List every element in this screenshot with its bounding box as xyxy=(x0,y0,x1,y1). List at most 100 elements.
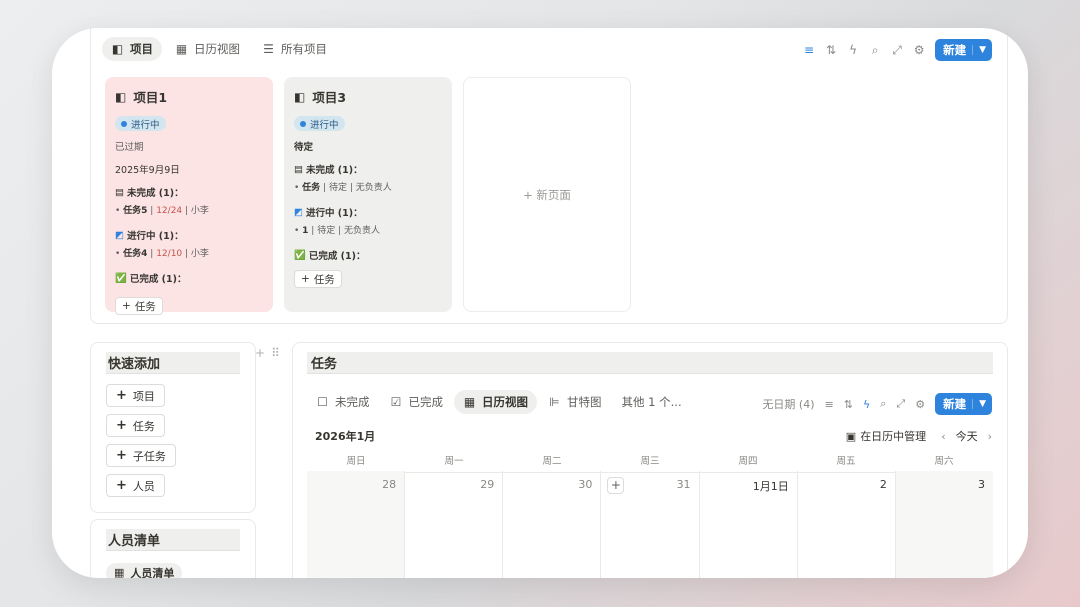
add-task-button[interactable]: + 任务 xyxy=(106,414,165,437)
settings-icon[interactable]: ⚙ xyxy=(913,43,925,57)
checkbox-checked-icon: ☑ xyxy=(390,395,402,409)
sort-icon[interactable]: ⇅ xyxy=(844,398,853,411)
calendar-icon: ▦ xyxy=(463,395,476,409)
list-icon: ☰ xyxy=(263,42,274,56)
filter-icon[interactable]: ≡ xyxy=(803,43,815,57)
undated-count[interactable]: 无日期 (4) xyxy=(762,396,814,412)
expand-icon[interactable]: ⤢ xyxy=(896,397,905,411)
group-in-progress: ◩ 进行中 (1)： • 1 | 待定 | 无负责人 xyxy=(294,205,442,237)
tab-incomplete[interactable]: ☐ 未完成 xyxy=(307,390,379,414)
calendar-day[interactable]: + 31 xyxy=(601,471,700,578)
tab-calendar-view[interactable]: ▦ 日历视图 xyxy=(454,390,537,414)
add-person-button[interactable]: + 人员 xyxy=(106,474,165,497)
calendar-manage-icon: ▣ xyxy=(845,429,857,443)
board-icon: ◧ xyxy=(111,42,124,56)
new-page-card[interactable]: + 新页面 xyxy=(463,77,631,312)
project-card-3[interactable]: ◧ 项目3 进行中 待定 ▤ 未完成 (1)： • 任务 | 待定 | 无负责人 … xyxy=(284,77,452,312)
page-icon: ◧ xyxy=(115,89,127,104)
overdue-label: 已过期 xyxy=(115,142,144,153)
calendar-day[interactable]: 29 xyxy=(405,471,504,578)
filter-icon[interactable]: ≡ xyxy=(825,398,834,411)
chevron-down-icon[interactable]: ▼ xyxy=(972,399,992,409)
weekday-label: 周五 xyxy=(836,456,856,467)
task-line[interactable]: • 任务4 | 12/10 | 小李 xyxy=(115,246,263,259)
today-button[interactable]: 今天 xyxy=(956,428,978,444)
drag-handle-icon[interactable]: ⠿ xyxy=(271,346,280,360)
pending-label: 待定 xyxy=(294,142,314,153)
calendar-nav: ▣ 在日历中管理 ‹ 今天 › xyxy=(841,426,992,446)
calendar-day[interactable]: 3 xyxy=(895,471,993,578)
add-subtask-button[interactable]: + 子任务 xyxy=(106,444,176,467)
check-icon: ✅ xyxy=(294,249,306,261)
tab-all-projects[interactable]: ☰ 所有项目 xyxy=(253,37,336,61)
quick-add-title: 快速添加 xyxy=(106,352,240,374)
tab-calendar-view[interactable]: ▦ 日历视图 xyxy=(166,37,249,61)
weekday-label: 周六 xyxy=(934,456,954,467)
new-button[interactable]: 新建 ▼ xyxy=(935,39,992,61)
plus-icon: + xyxy=(116,418,127,433)
weekday-label: 周日 xyxy=(346,456,366,467)
calendar-icon: ▦ xyxy=(175,42,188,56)
sort-icon[interactable]: ⇅ xyxy=(825,43,837,57)
task-line[interactable]: • 任务 | 待定 | 无负责人 xyxy=(294,180,442,193)
plus-icon: + xyxy=(301,273,310,285)
plus-icon: + xyxy=(116,448,127,463)
add-task-button[interactable]: + 任务 xyxy=(294,270,342,288)
chevron-left-icon[interactable]: ‹ xyxy=(941,430,945,443)
board-toolbar: ≡ ⇅ ϟ ⌕ ⤢ ⚙ 新建 ▼ xyxy=(803,39,992,61)
add-project-button[interactable]: + 项目 xyxy=(106,384,165,407)
task-view-tabs: ☐ 未完成 ☑ 已完成 ▦ 日历视图 ⊫ 甘特图 其他 1 个... xyxy=(307,390,691,414)
weekday-label: 周四 xyxy=(738,456,758,467)
tasks-title: 任务 xyxy=(307,352,993,374)
search-icon[interactable]: ⌕ xyxy=(880,397,886,411)
plus-icon: + xyxy=(116,478,127,493)
chevron-down-icon[interactable]: ▼ xyxy=(972,45,992,55)
people-list-tab[interactable]: ▦ 人员清单 xyxy=(106,562,183,578)
manage-in-calendar-button[interactable]: ▣ 在日历中管理 xyxy=(841,426,931,446)
gantt-icon: ⊫ xyxy=(549,395,560,409)
plus-icon: + xyxy=(122,300,131,312)
tab-completed[interactable]: ☑ 已完成 xyxy=(381,390,453,414)
weekday-header: 周日 周一 周二 周三 周四 周五 周六 xyxy=(307,453,993,473)
card-title: 项目3 xyxy=(312,90,347,105)
tab-gantt[interactable]: ⊫ 甘特图 xyxy=(539,390,611,414)
tasks-panel: 任务 ☐ 未完成 ☑ 已完成 ▦ 日历视图 ⊫ 甘特图 其他 1 个... 无日… xyxy=(292,342,1008,578)
add-task-button[interactable]: + 任务 xyxy=(115,297,163,315)
task-line[interactable]: • 1 | 待定 | 无负责人 xyxy=(294,223,442,236)
calendar-day[interactable]: 2 xyxy=(798,471,896,578)
due-date: 2025年9月9日 xyxy=(115,165,180,176)
search-icon[interactable]: ⌕ xyxy=(869,43,881,58)
checkbox-empty-icon: ▤ xyxy=(115,186,124,198)
app-window: ◧ 项目 ▦ 日历视图 ☰ 所有项目 ≡ ⇅ ϟ ⌕ ⤢ ⚙ 新建 ▼ ◧ 项目… xyxy=(52,28,1028,578)
group-done: ✅ 已完成 (1)： xyxy=(115,272,187,286)
plus-icon: + xyxy=(116,388,127,403)
tab-projects[interactable]: ◧ 项目 xyxy=(102,37,162,61)
calendar-day[interactable]: 30 xyxy=(503,471,602,578)
status-dot xyxy=(121,120,127,127)
block-handles: + ⠿ xyxy=(255,346,280,360)
checkbox-empty-icon: ☐ xyxy=(317,395,328,409)
group-done: ✅ 已完成 (1)： xyxy=(294,249,366,263)
task-line[interactable]: • 任务5 | 12/24 | 小李 xyxy=(115,203,263,216)
calendar-day[interactable]: 28 xyxy=(307,471,406,578)
expand-icon[interactable]: ⤢ xyxy=(891,43,903,58)
add-event-icon[interactable]: + xyxy=(607,477,625,494)
calendar-day[interactable]: 1月1日 xyxy=(700,471,798,578)
group-incomplete: ▤ 未完成 (1)： • 任务5 | 12/24 | 小李 xyxy=(115,185,263,217)
grid-icon: ▦ xyxy=(114,566,125,578)
more-views-button[interactable]: 其他 1 个... xyxy=(613,390,691,414)
settings-icon[interactable]: ⚙ xyxy=(915,398,925,411)
automation-icon[interactable]: ϟ xyxy=(863,398,870,411)
chevron-right-icon[interactable]: › xyxy=(988,430,992,443)
checkbox-empty-icon: ▤ xyxy=(294,163,303,175)
weekday-label: 周三 xyxy=(640,456,660,467)
status-badge: 进行中 xyxy=(115,116,166,131)
new-task-button[interactable]: 新建 ▼ xyxy=(935,393,992,415)
project-card-1[interactable]: ◧ 项目1 进行中 已过期 2025年9月9日 ▤ 未完成 (1)： • 任务5 … xyxy=(105,77,273,315)
automation-icon[interactable]: ϟ xyxy=(847,43,859,57)
weekday-label: 周二 xyxy=(542,456,562,467)
quick-add-panel: 快速添加 + 项目 + 任务 + 子任务 + 人员 xyxy=(90,342,256,513)
add-block-icon[interactable]: + xyxy=(255,346,265,360)
progress-icon: ◩ xyxy=(294,206,303,218)
page-icon: ◧ xyxy=(294,89,306,104)
